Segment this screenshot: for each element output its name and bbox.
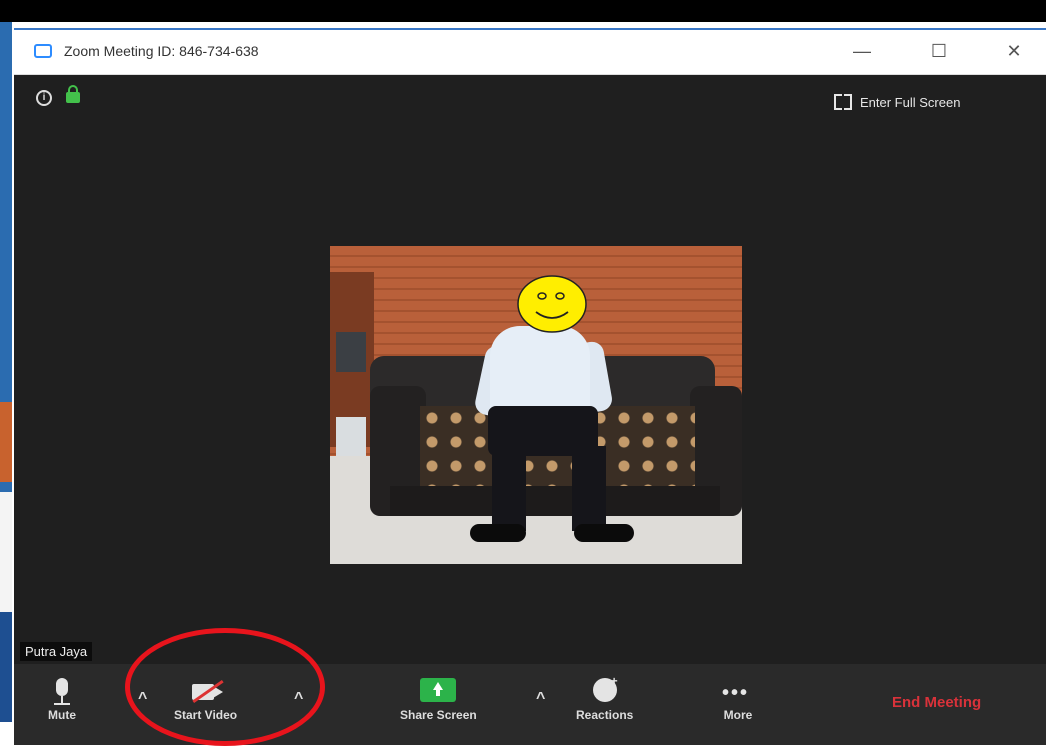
meeting-toolbar: Mute ^ Start Video ^ Share Screen ^ + Re… bbox=[14, 664, 1046, 745]
info-icon[interactable]: i bbox=[36, 90, 52, 106]
share-options-caret[interactable]: ^ bbox=[536, 690, 545, 708]
share-screen-label: Share Screen bbox=[400, 708, 477, 722]
participant-video bbox=[330, 246, 742, 564]
more-icon: ••• bbox=[722, 682, 750, 704]
close-button[interactable]: ✕ bbox=[994, 38, 1034, 64]
video-off-icon bbox=[186, 674, 226, 708]
more-button[interactable]: ••• More bbox=[718, 674, 758, 722]
share-screen-button[interactable]: Share Screen bbox=[400, 674, 477, 722]
mute-label: Mute bbox=[48, 708, 76, 722]
lock-icon[interactable] bbox=[66, 85, 80, 103]
maximize-button[interactable]: ☐ bbox=[919, 38, 959, 64]
share-screen-icon bbox=[418, 674, 458, 708]
background-desktop-strip bbox=[0, 22, 12, 722]
reactions-icon: + bbox=[585, 674, 625, 708]
zoom-app-icon bbox=[34, 44, 52, 58]
fullscreen-label: Enter Full Screen bbox=[860, 94, 961, 110]
zoom-meeting-window: Zoom Meeting ID: 846-734-638 — ☐ ✕ i Ent… bbox=[14, 28, 1046, 745]
more-label: More bbox=[723, 708, 753, 722]
microphone-icon bbox=[42, 674, 82, 708]
start-video-label: Start Video bbox=[174, 708, 238, 722]
end-meeting-button[interactable]: End Meeting bbox=[892, 694, 981, 711]
screen-top-bar bbox=[0, 0, 1046, 22]
reactions-button[interactable]: + Reactions bbox=[576, 674, 633, 722]
window-title: Zoom Meeting ID: 846-734-638 bbox=[64, 43, 259, 59]
fullscreen-icon bbox=[834, 94, 852, 110]
audio-options-caret[interactable]: ^ bbox=[138, 690, 147, 708]
video-options-caret[interactable]: ^ bbox=[294, 690, 303, 708]
minimize-button[interactable]: — bbox=[842, 38, 882, 64]
smiley-face-icon bbox=[517, 275, 587, 333]
mute-button[interactable]: Mute bbox=[42, 674, 82, 722]
participant-name-tag: Putra Jaya bbox=[20, 642, 93, 661]
title-bar: Zoom Meeting ID: 846-734-638 — ☐ ✕ bbox=[14, 30, 1046, 75]
start-video-button[interactable]: Start Video bbox=[174, 674, 237, 722]
meeting-stage: i Enter Full Screen bbox=[14, 76, 1046, 656]
enter-full-screen-button[interactable]: Enter Full Screen bbox=[834, 90, 960, 114]
reactions-label: Reactions bbox=[576, 708, 634, 722]
